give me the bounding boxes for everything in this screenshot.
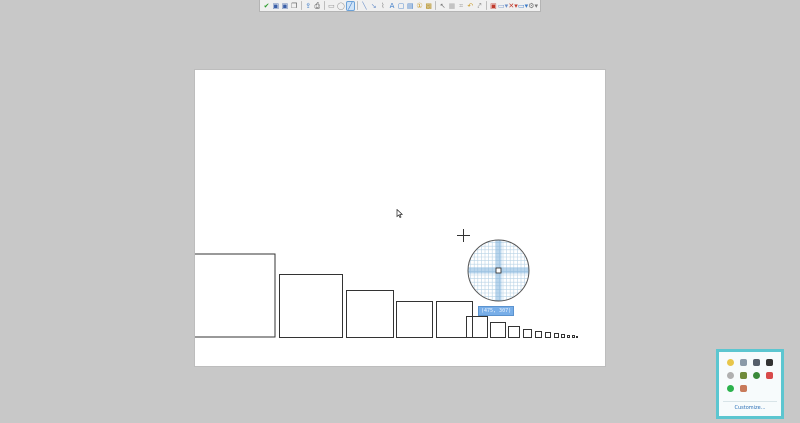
square-shape xyxy=(567,335,570,338)
pen-tool-icon[interactable]: ╱ xyxy=(345,0,356,11)
text-tool-icon[interactable]: A xyxy=(388,2,395,10)
toolbar-separator xyxy=(357,1,358,10)
red-alert-icon[interactable] xyxy=(766,372,773,379)
copy-clipboard-icon[interactable]: ❐ xyxy=(291,2,298,10)
settings-dropdown-icon[interactable]: ⚙▾ xyxy=(528,2,538,10)
redo-icon[interactable]: ⤤ xyxy=(476,2,483,10)
toolbar-separator xyxy=(486,1,487,10)
square-shape xyxy=(561,334,565,338)
system-tray-overflow-popup: Customize... xyxy=(716,349,784,419)
magnifier-loupe xyxy=(467,239,530,302)
pointer-icon[interactable]: ↖ xyxy=(439,2,446,10)
screenshot-canvas[interactable] xyxy=(195,70,605,366)
tray-customize-link[interactable]: Customize... xyxy=(719,405,781,412)
chrome-icon[interactable] xyxy=(753,372,760,379)
ellipse-tool-icon[interactable]: ◯ xyxy=(337,2,345,10)
shield-icon[interactable] xyxy=(740,359,747,366)
tray-divider xyxy=(723,401,777,402)
select-rectangle-icon[interactable]: ▭ xyxy=(328,2,335,10)
square-shape xyxy=(545,332,551,338)
arrow-tool-icon[interactable]: ↘ xyxy=(370,2,377,10)
highlight-icon[interactable]: ⌇ xyxy=(379,2,386,10)
display-icon[interactable] xyxy=(766,359,773,366)
square-shape xyxy=(572,335,575,338)
toolbar-separator xyxy=(323,1,325,10)
upload-icon[interactable]: ⇪ xyxy=(305,2,312,10)
square-shape xyxy=(490,322,506,338)
mouse-pointer-icon xyxy=(396,209,403,218)
image-dropdown-icon[interactable]: ▭▾ xyxy=(518,2,528,10)
obfuscate-icon[interactable]: ▩ xyxy=(425,2,432,10)
yellow-circle-icon[interactable] xyxy=(727,359,734,366)
speech-bubble-icon[interactable]: ▢ xyxy=(398,2,405,10)
green-status-icon[interactable] xyxy=(727,385,734,392)
network-icon[interactable] xyxy=(740,385,747,392)
print-icon[interactable]: ⎙ xyxy=(314,2,321,10)
square-shape xyxy=(396,301,433,338)
square-shape xyxy=(195,253,276,338)
square-shape xyxy=(279,274,343,338)
grid-icon[interactable]: ▦ xyxy=(448,2,456,10)
export-dropdown-icon[interactable]: ▭▾ xyxy=(498,2,508,10)
square-shape xyxy=(436,301,473,338)
square-shape xyxy=(346,290,394,338)
square-shape xyxy=(523,329,532,338)
square-shape xyxy=(576,336,578,338)
square-shape xyxy=(466,316,488,338)
square-shape xyxy=(508,326,520,338)
square-shape xyxy=(535,331,542,338)
toolbar-separator xyxy=(300,1,302,10)
callout-icon[interactable]: ▤ xyxy=(407,2,414,10)
checkmark-icon[interactable]: ✔ xyxy=(263,2,270,10)
delete-icon[interactable]: ▣ xyxy=(490,2,497,10)
folder-sync-icon[interactable] xyxy=(740,372,747,379)
save-icon[interactable]: ▣ xyxy=(272,2,279,10)
crop-icon[interactable]: ⌗ xyxy=(458,2,465,10)
squares-drawing xyxy=(195,253,578,338)
toolbar-separator xyxy=(435,1,437,10)
square-shape xyxy=(554,333,559,338)
line-tool-icon[interactable]: ╲ xyxy=(361,2,368,10)
annotation-toolbar: ✔ ▣ ▣ ❐ ⇪ ⎙ ▭ ◯ ╱ ╲ ↘ ⌇ A ▢ ▤ ① ▩ ↖ ▦ ⌗ ↶ ⤤ ▣ ▭▾ ✕▾ ▭▾ ⚙▾ xyxy=(259,0,541,12)
save-as-icon[interactable]: ▣ xyxy=(281,2,289,10)
undo-icon[interactable]: ↶ xyxy=(467,2,474,10)
step-label-icon[interactable]: ① xyxy=(416,2,423,10)
close-dropdown-icon[interactable]: ✕▾ xyxy=(508,2,517,10)
coordinate-readout: (475, 307) xyxy=(478,306,515,316)
loupe-center-pixel xyxy=(495,267,502,274)
gray-circle-icon[interactable] xyxy=(727,372,734,379)
monitor-icon[interactable] xyxy=(753,359,760,366)
